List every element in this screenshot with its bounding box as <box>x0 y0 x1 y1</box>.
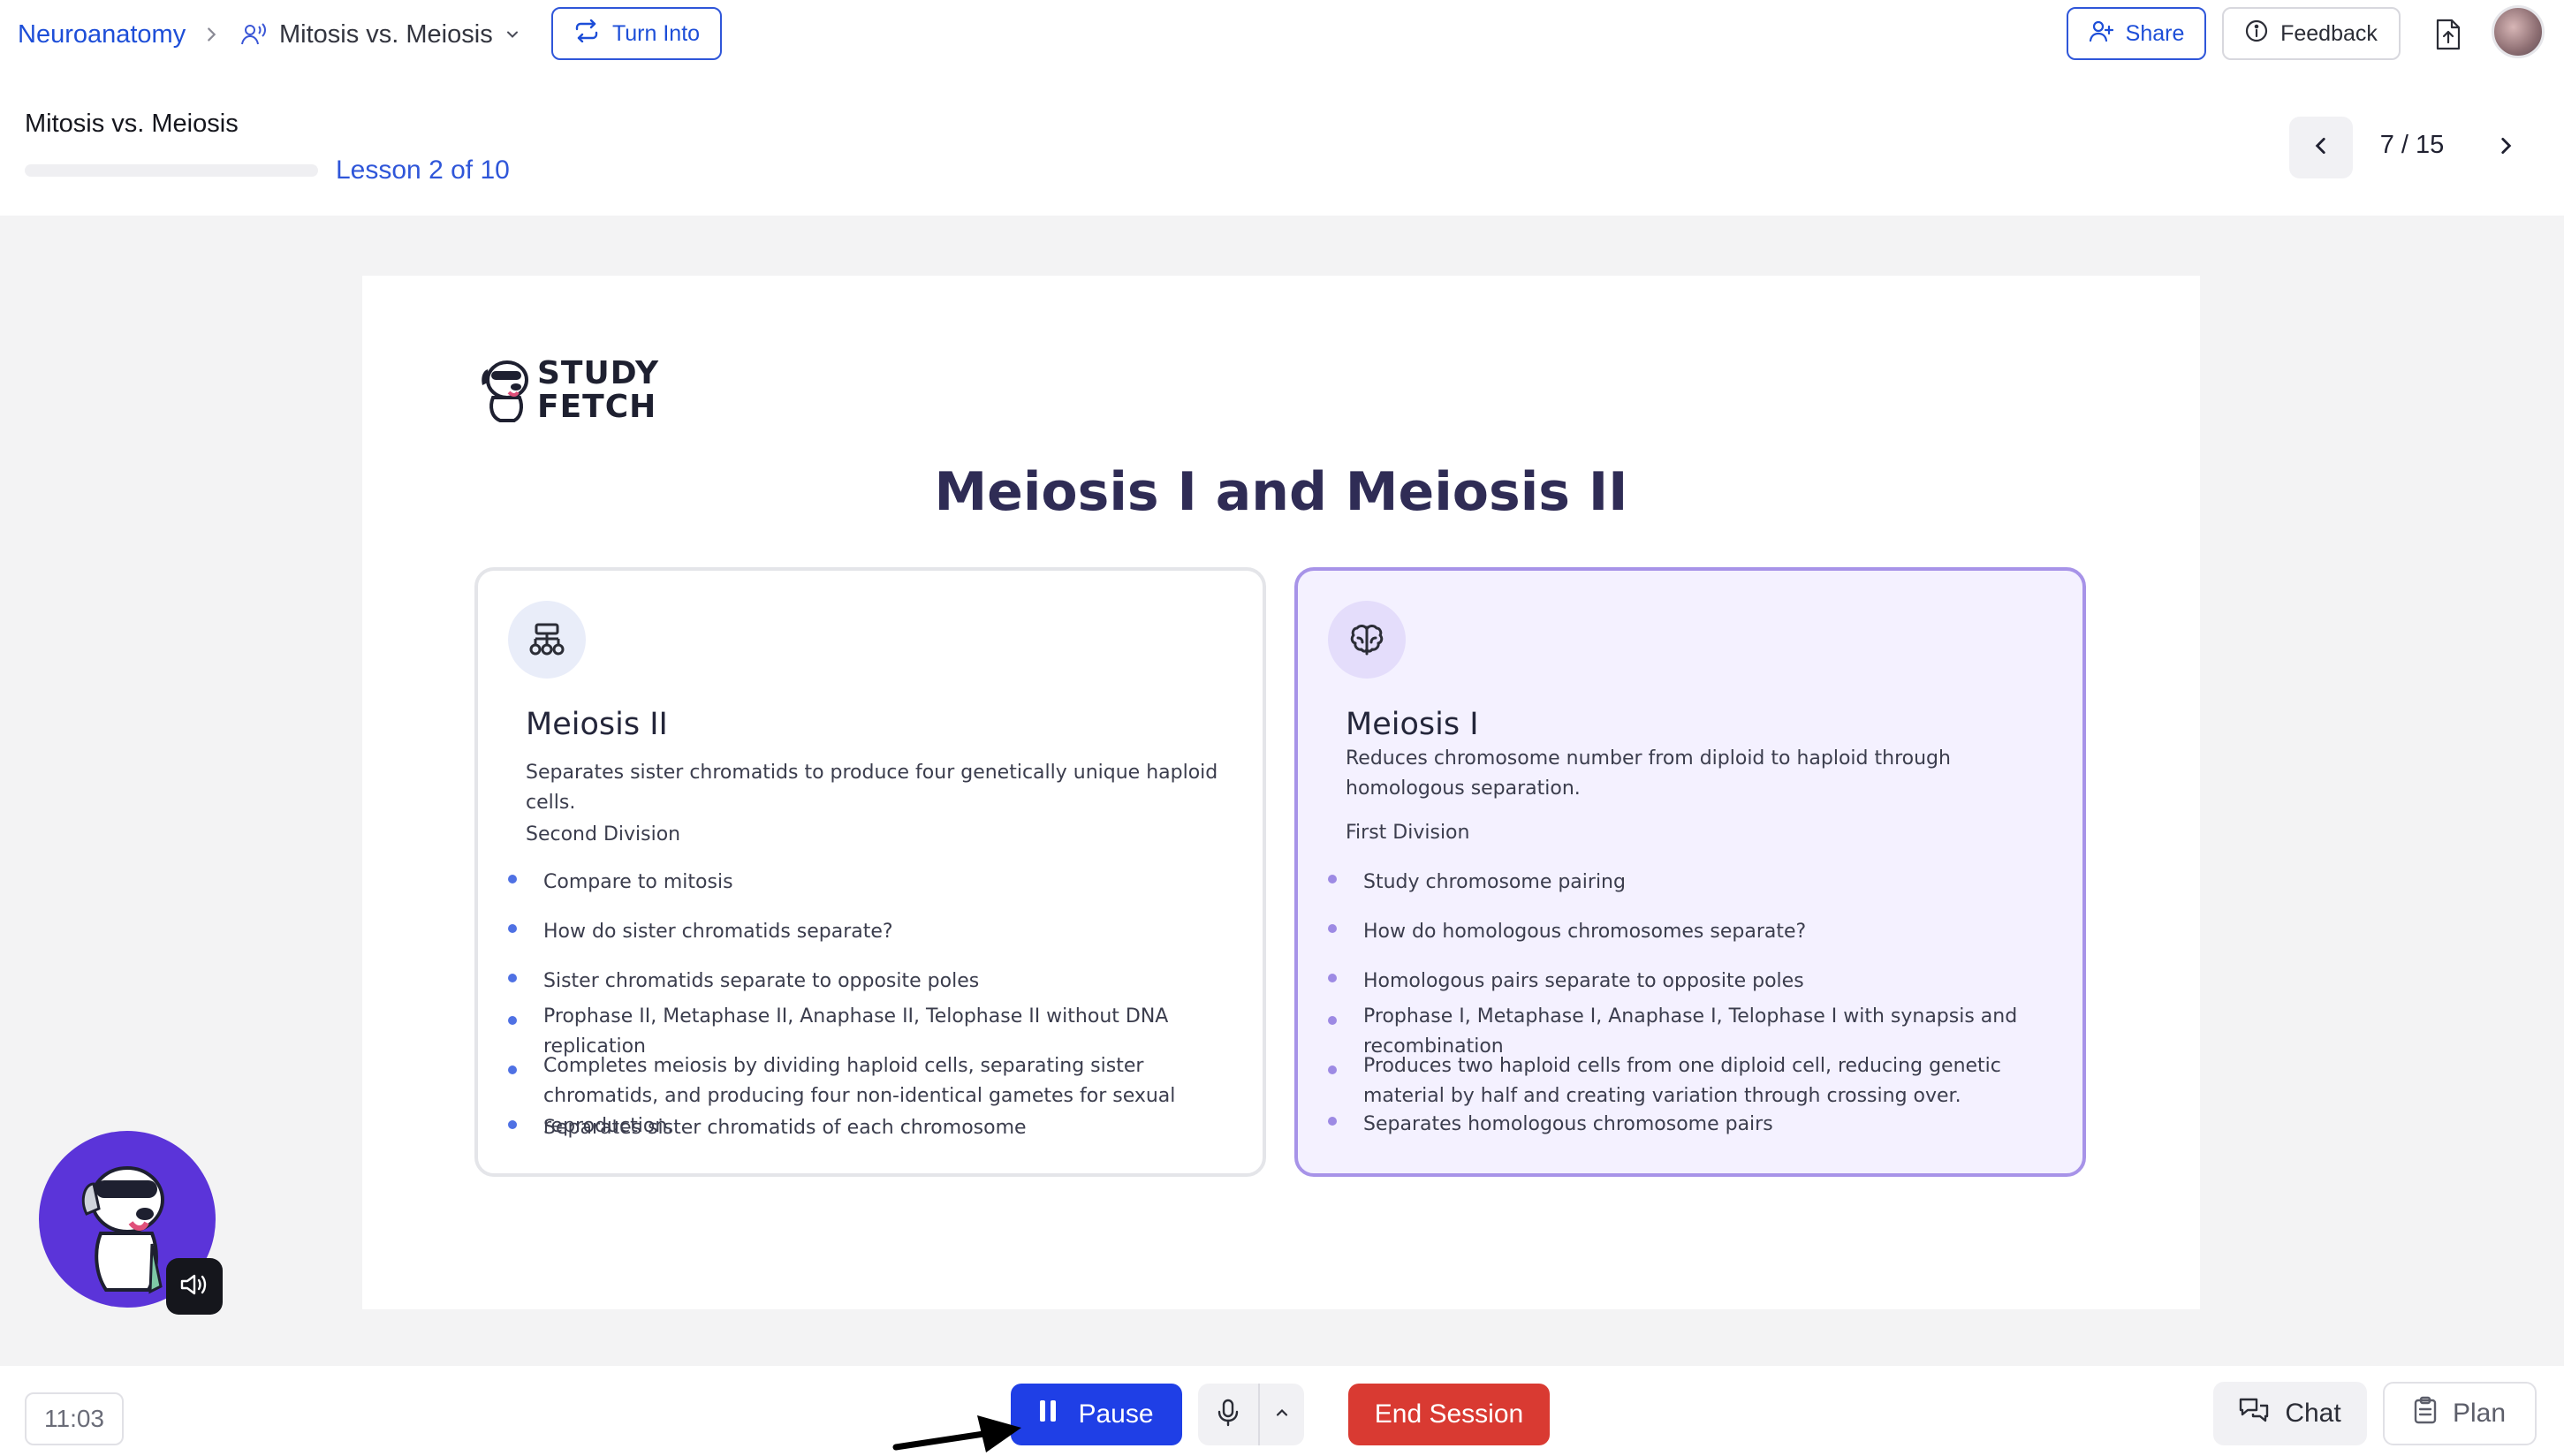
bullet-dot <box>508 1065 517 1074</box>
pause-button[interactable]: Pause <box>1011 1384 1182 1445</box>
chevron-up-icon <box>1273 1404 1291 1426</box>
breadcrumb-root-link[interactable]: Neuroanatomy <box>18 12 186 57</box>
slide-canvas: STUDY FETCH Meiosis I and Meiosis II Mei… <box>362 276 2200 1309</box>
repeat-icon <box>573 19 600 49</box>
card-title: Meiosis I <box>1346 707 1479 742</box>
plan-button[interactable]: Plan <box>2383 1382 2537 1445</box>
list-item-text: Separates sister chromatids of each chro… <box>543 1117 1027 1139</box>
lesson-title: Mitosis vs. Meiosis <box>25 110 239 138</box>
list-item: Compare to mitosis <box>508 868 1233 898</box>
feedback-label: Feedback <box>2280 20 2378 46</box>
info-icon <box>2245 19 2268 49</box>
list-item-text: Separates homologous chromosome pairs <box>1363 1113 1773 1135</box>
bullet-dot <box>508 875 517 883</box>
list-item: Separates homologous chromosome pairs <box>1328 1110 2052 1140</box>
chevron-down-icon <box>504 26 521 43</box>
bullet-dot <box>1328 974 1337 982</box>
logo-text-study: STUDY <box>537 355 660 391</box>
previous-page-button[interactable] <box>2289 117 2353 178</box>
chat-button[interactable]: Chat <box>2213 1382 2367 1445</box>
study-fetch-logo: STUDY FETCH <box>477 353 671 433</box>
brain-icon <box>1328 601 1406 679</box>
speaker-toggle-button[interactable] <box>166 1258 223 1315</box>
meiosis-ii-card: Meiosis II Separates sister chromatids t… <box>474 567 1266 1177</box>
export-file-icon[interactable] <box>2430 12 2467 57</box>
list-item: How do homologous chromosomes separate? <box>1328 917 2052 947</box>
dog-mascot-icon <box>482 360 528 422</box>
user-avatar[interactable] <box>2492 5 2545 58</box>
turn-into-button[interactable]: Turn Into <box>551 7 722 60</box>
add-user-icon <box>2089 19 2113 49</box>
bullet-dot <box>1328 1065 1337 1074</box>
bullet-dot <box>1328 924 1337 933</box>
meiosis-i-card: Meiosis I Reduces chromosome number from… <box>1294 567 2086 1177</box>
list-item: Study chromosome pairing <box>1328 868 2052 898</box>
end-session-button[interactable]: End Session <box>1348 1384 1550 1445</box>
next-page-button[interactable] <box>2474 117 2537 178</box>
list-item-text: How do homologous chromosomes separate? <box>1363 921 1807 943</box>
app-root: Neuroanatomy Mitosis vs. Meiosis Turn In… <box>0 0 2564 1456</box>
microphone-icon <box>1218 1399 1239 1431</box>
share-button[interactable]: Share <box>2067 7 2206 60</box>
session-timer: 11:03 <box>25 1392 124 1445</box>
lesson-counter: Lesson 2 of 10 <box>336 155 510 185</box>
list-item-text: Sister chromatids separate to opposite p… <box>543 970 980 992</box>
list-item: Sister chromatids separate to opposite p… <box>508 967 1233 997</box>
list-item: Produces two haploid cells from one dipl… <box>1328 1051 2052 1111</box>
clipboard-icon <box>2414 1396 2437 1431</box>
hierarchy-icon <box>508 601 586 679</box>
pointer-arrow-icon <box>892 1415 1021 1452</box>
logo-text-fetch: FETCH <box>537 389 657 425</box>
bullet-dot <box>508 974 517 982</box>
card-title: Meiosis II <box>526 707 668 742</box>
list-item: How do sister chromatids separate? <box>508 917 1233 947</box>
bullet-dot <box>508 924 517 933</box>
top-bar: Neuroanatomy Mitosis vs. Meiosis Turn In… <box>0 0 2564 216</box>
pause-icon <box>1039 1399 1057 1429</box>
bullet-dot <box>1328 1016 1337 1025</box>
share-label: Share <box>2125 20 2185 46</box>
plan-label: Plan <box>2452 1399 2507 1428</box>
lesson-progress-bar <box>25 164 318 177</box>
microphone-control <box>1198 1384 1304 1445</box>
chevron-left-icon <box>2310 134 2333 162</box>
chevron-right-icon <box>2494 134 2517 162</box>
breadcrumb-current-label: Mitosis vs. Meiosis <box>279 19 493 49</box>
list-item-text: Prophase I, Metaphase I, Anaphase I, Tel… <box>1363 1005 2018 1058</box>
list-item: Separates sister chromatids of each chro… <box>508 1113 1233 1143</box>
speaker-icon <box>179 1271 209 1302</box>
card-subtitle: First Division <box>1346 822 1470 844</box>
microphone-button[interactable] <box>1198 1384 1260 1445</box>
list-item-text: Study chromosome pairing <box>1363 871 1626 893</box>
pause-label: Pause <box>1078 1399 1154 1429</box>
microphone-options-button[interactable] <box>1260 1384 1304 1445</box>
chevron-right-icon <box>201 12 221 57</box>
list-item-text: Produces two haploid cells from one dipl… <box>1363 1055 2001 1107</box>
list-item-text: Prophase II, Metaphase II, Anaphase II, … <box>543 1005 1169 1058</box>
page-indicator: 7 / 15 <box>2379 131 2445 159</box>
chat-label: Chat <box>2285 1399 2341 1428</box>
breadcrumb-current-dropdown[interactable]: Mitosis vs. Meiosis <box>240 12 521 57</box>
list-item-text: Compare to mitosis <box>543 871 733 893</box>
list-item-text: Homologous pairs separate to opposite po… <box>1363 970 1804 992</box>
session-control-bar: 11:03 Pause End Session Chat Plan <box>0 1366 2564 1456</box>
card-subtitle: Second Division <box>526 823 681 846</box>
bullet-dot <box>1328 1117 1337 1126</box>
card-description: Separates sister chromatids to produce f… <box>526 762 1218 814</box>
list-item: Homologous pairs separate to opposite po… <box>1328 967 2052 997</box>
bullet-dot <box>508 1120 517 1129</box>
bullet-dot <box>1328 875 1337 883</box>
turn-into-label: Turn Into <box>611 20 701 46</box>
chat-icon <box>2239 1397 2269 1430</box>
voice-session-icon <box>240 22 269 47</box>
bullet-dot <box>508 1016 517 1025</box>
feedback-button[interactable]: Feedback <box>2222 7 2401 60</box>
list-item-text: How do sister chromatids separate? <box>543 921 893 943</box>
slide-title: Meiosis I and Meiosis II <box>934 461 1628 523</box>
card-description: Reduces chromosome number from diploid t… <box>1346 747 1951 800</box>
